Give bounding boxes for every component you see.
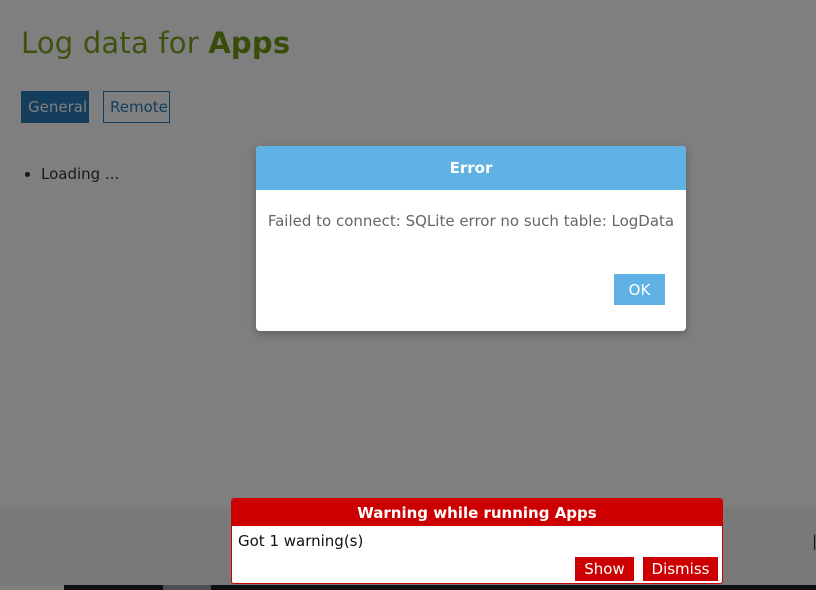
- dismiss-button[interactable]: Dismiss: [643, 557, 718, 581]
- ok-button[interactable]: OK: [614, 274, 665, 305]
- warning-panel: Warning while running Apps Got 1 warning…: [231, 498, 723, 584]
- show-button[interactable]: Show: [575, 557, 634, 581]
- dialog-message: Failed to connect: SQLite error no such …: [267, 212, 675, 230]
- warning-title: Warning while running Apps: [232, 499, 722, 526]
- error-dialog: Error Failed to connect: SQLite error no…: [256, 146, 686, 331]
- warning-message: Got 1 warning(s): [238, 532, 364, 550]
- dialog-title: Error: [256, 146, 686, 190]
